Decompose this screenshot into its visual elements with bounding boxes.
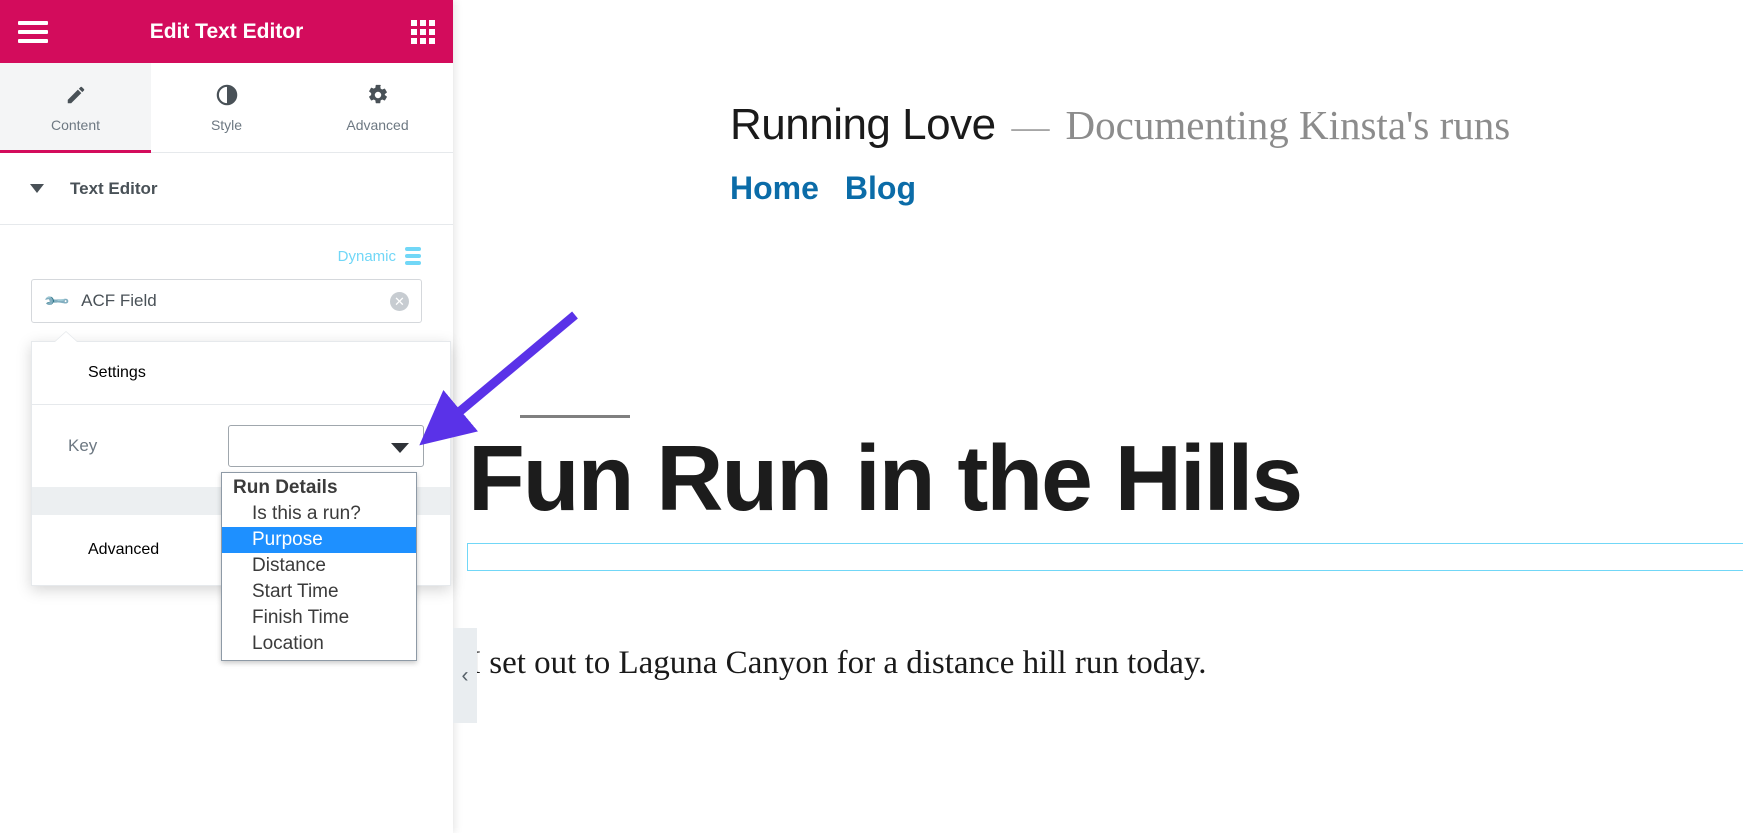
site-title[interactable]: Running Love — [730, 100, 996, 150]
option-purpose[interactable]: Purpose — [222, 527, 416, 553]
apps-grid-icon[interactable] — [411, 19, 435, 44]
site-header: Running Love — Documenting Kinsta's runs… — [730, 100, 1630, 207]
tab-advanced[interactable]: Advanced — [302, 63, 453, 152]
half-circle-contrast-icon — [215, 83, 239, 107]
option-finish-time[interactable]: Finish Time — [222, 605, 416, 631]
database-stack-icon[interactable] — [405, 247, 421, 265]
elementor-panel: Edit Text Editor Content Style Advanced … — [0, 0, 453, 833]
settings-section-title: Settings — [88, 364, 146, 381]
panel-collapse-handle[interactable]: ‹ — [453, 628, 477, 723]
key-select-dropdown[interactable]: Run Details Is this a run? Purpose Dista… — [221, 472, 417, 661]
key-select-wrapper — [228, 425, 424, 467]
tab-content-label: Content — [50, 116, 101, 133]
panel-header: Edit Text Editor — [0, 0, 453, 63]
dynamic-tag-row: Dynamic — [0, 225, 453, 265]
chevron-down-icon — [30, 184, 44, 193]
dynamic-label[interactable]: Dynamic — [338, 248, 396, 265]
pencil-icon — [64, 83, 88, 107]
option-is-this-a-run[interactable]: Is this a run? — [222, 501, 416, 527]
option-location[interactable]: Location — [222, 631, 416, 657]
nav-link-blog[interactable]: Blog — [845, 170, 916, 207]
chevron-down-icon — [391, 443, 409, 453]
acf-field-dynamic-tag[interactable]: 🔧 ACF Field ✕ — [31, 279, 422, 323]
tab-style-label: Style — [210, 116, 243, 133]
section-title-text-editor: Text Editor — [70, 178, 158, 198]
post-title-rule — [520, 415, 630, 418]
key-label: Key — [68, 436, 98, 455]
tab-advanced-label: Advanced — [346, 116, 409, 133]
site-title-row: Running Love — Documenting Kinsta's runs — [730, 100, 1630, 150]
gear-icon — [366, 83, 390, 107]
section-header-text-editor[interactable]: Text Editor — [0, 153, 453, 225]
post-body-text[interactable]: I set out to Laguna Canyon for a distanc… — [470, 645, 1207, 682]
section-title-advanced: Advanced — [88, 541, 160, 558]
option-group-run-details: Run Details — [233, 477, 338, 498]
wrench-icon: 🔧 — [42, 286, 71, 316]
option-start-time[interactable]: Start Time — [222, 579, 416, 605]
nav-link-home[interactable]: Home — [730, 170, 819, 207]
panel-title: Edit Text Editor — [149, 19, 304, 43]
panel-tabs: Content Style Advanced — [0, 63, 453, 153]
post-title[interactable]: Fun Run in the Hills — [468, 425, 1303, 532]
key-select[interactable] — [228, 425, 424, 467]
selected-text-editor-widget[interactable] — [467, 543, 1743, 571]
tab-content[interactable]: Content — [0, 63, 151, 153]
acf-field-label: ACF Field — [81, 291, 157, 310]
site-tagline: Documenting Kinsta's runs — [1065, 102, 1511, 148]
tab-style[interactable]: Style — [151, 63, 302, 152]
settings-section-header[interactable]: Settings — [32, 342, 450, 405]
hamburger-menu-icon[interactable] — [18, 20, 48, 43]
option-distance[interactable]: Distance — [222, 553, 416, 579]
close-circle-icon[interactable]: ✕ — [390, 291, 409, 311]
site-title-dash: — — [1011, 106, 1050, 148]
site-nav: Home Blog — [730, 170, 1630, 207]
